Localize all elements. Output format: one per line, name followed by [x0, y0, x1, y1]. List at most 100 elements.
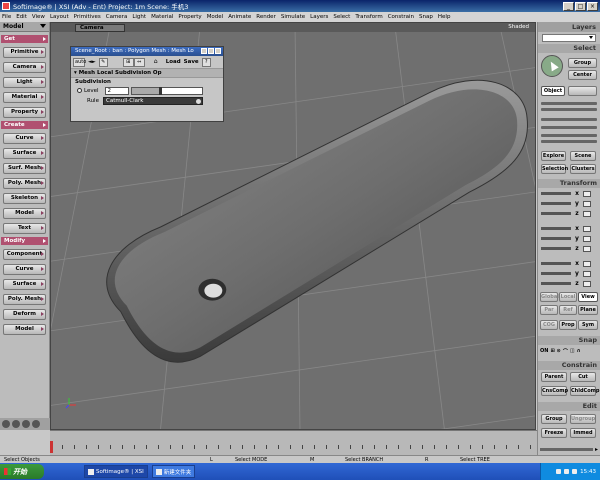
- translate-x-row[interactable]: x: [541, 260, 597, 267]
- menu-animate[interactable]: Animate: [228, 14, 251, 20]
- menu-file[interactable]: File: [2, 14, 11, 20]
- view-ref-button[interactable]: View: [578, 292, 598, 302]
- translate-z-toggle[interactable]: [583, 280, 591, 287]
- sym-button[interactable]: Sym: [578, 320, 598, 330]
- level-input[interactable]: 2: [104, 86, 129, 95]
- modify-surface-button[interactable]: Surface: [3, 279, 46, 290]
- select-arrow-icon[interactable]: [541, 55, 563, 77]
- scale-z-toggle[interactable]: [583, 210, 591, 217]
- menu-simulate[interactable]: Simulate: [281, 14, 305, 20]
- explore-button[interactable]: Explore: [541, 151, 566, 161]
- center-select-button[interactable]: Center: [568, 70, 597, 80]
- modify-deform-button[interactable]: Deform: [3, 309, 46, 320]
- dialog-close-icon[interactable]: [215, 48, 221, 54]
- network-icon[interactable]: [572, 469, 578, 474]
- get-light-button[interactable]: Light: [3, 77, 46, 88]
- cog-button[interactable]: COG: [540, 320, 558, 330]
- taskbar-item-folder[interactable]: 新建文件夹: [151, 465, 196, 478]
- rotate-y-toggle[interactable]: [583, 235, 591, 242]
- filter-extra-button[interactable]: [568, 86, 597, 96]
- scale-y-field[interactable]: [541, 202, 571, 205]
- minimize-button[interactable]: _: [563, 1, 574, 11]
- scale-x-field[interactable]: [541, 192, 571, 195]
- current-frame-marker[interactable]: [50, 441, 53, 453]
- section-modify[interactable]: Modify: [1, 237, 48, 245]
- menu-primitives[interactable]: Primitives: [74, 14, 101, 20]
- auto-inspect-toggle[interactable]: auto: [73, 57, 86, 67]
- display-mode-menu[interactable]: Shaded: [508, 24, 529, 30]
- create-model-button[interactable]: Model: [3, 208, 46, 219]
- chldcomp-button[interactable]: ChldComp: [570, 386, 599, 396]
- create-curve-button[interactable]: Curve: [3, 133, 46, 144]
- translate-y-toggle[interactable]: [583, 270, 591, 277]
- create-text-button[interactable]: Text: [3, 223, 46, 234]
- object-filter-button[interactable]: Object: [541, 86, 565, 96]
- modify-model-button[interactable]: Model: [3, 324, 46, 335]
- menu-property[interactable]: Property: [178, 14, 201, 20]
- translate-z-field[interactable]: [541, 282, 571, 285]
- maximize-button[interactable]: □: [575, 1, 586, 11]
- parent-button[interactable]: Parent: [541, 372, 567, 382]
- level-slider[interactable]: [130, 86, 203, 95]
- selection-button[interactable]: Selection: [541, 164, 568, 174]
- dialog-title-bar[interactable]: Scene_Root : ban : Polygon Mesh : Mesh L…: [71, 47, 223, 56]
- create-surface-button[interactable]: Surface: [3, 148, 46, 159]
- tray-icon[interactable]: [556, 469, 562, 474]
- level-animation-icon[interactable]: [77, 88, 82, 93]
- rotate-y-field[interactable]: [541, 237, 571, 240]
- section-get[interactable]: Get: [1, 35, 48, 43]
- menu-view[interactable]: View: [32, 14, 45, 20]
- help-button[interactable]: ?: [201, 57, 211, 67]
- translate-y-field[interactable]: [541, 272, 571, 275]
- snap-point-icon[interactable]: ⊙: [557, 348, 561, 354]
- camera-menu[interactable]: Camera: [75, 23, 125, 32]
- menu-select[interactable]: Select: [333, 14, 350, 20]
- menu-transform[interactable]: Transform: [355, 14, 382, 20]
- translate-z-row[interactable]: z: [541, 280, 597, 287]
- create-skeleton-button[interactable]: Skeleton: [3, 193, 46, 204]
- menu-camera[interactable]: Camera: [106, 14, 128, 20]
- lock-icon[interactable]: ⌂: [154, 58, 163, 67]
- rule-select[interactable]: Catmull-Clark: [103, 96, 203, 105]
- snap-grid-icon[interactable]: ⊞: [550, 348, 554, 354]
- get-camera-button[interactable]: Camera: [3, 62, 46, 73]
- menu-help[interactable]: Help: [438, 14, 451, 20]
- rotate-z-field[interactable]: [541, 247, 571, 250]
- menu-material[interactable]: Material: [151, 14, 173, 20]
- plane-ref-button[interactable]: Plane: [578, 305, 598, 315]
- freeze-button[interactable]: Freeze: [541, 428, 567, 438]
- menu-layout[interactable]: Layout: [50, 14, 69, 20]
- rotate-z-row[interactable]: z: [541, 245, 597, 252]
- snippet-icon[interactable]: [22, 420, 30, 428]
- par-ref-button[interactable]: Par: [540, 305, 558, 315]
- group-button[interactable]: Group: [541, 414, 567, 424]
- rotate-y-row[interactable]: y: [541, 235, 597, 242]
- scale-y-toggle[interactable]: [583, 200, 591, 207]
- layers-combo[interactable]: [542, 34, 596, 42]
- playback-slider[interactable]: [540, 447, 593, 451]
- scale-x-row[interactable]: x: [541, 190, 597, 197]
- get-primitive-button[interactable]: Primitive: [3, 47, 46, 58]
- palette-icon[interactable]: [2, 420, 10, 428]
- scale-x-toggle[interactable]: [583, 190, 591, 197]
- menu-edit[interactable]: Edit: [16, 14, 27, 20]
- translate-x-toggle[interactable]: [583, 260, 591, 267]
- local-ref-button[interactable]: Local: [559, 292, 577, 302]
- modify-curve-button[interactable]: Curve: [3, 264, 46, 275]
- key-icon[interactable]: ✎: [98, 57, 108, 67]
- snap-magnet-icon[interactable]: ∩: [577, 348, 581, 354]
- close-button[interactable]: ×: [587, 1, 598, 11]
- menu-layers[interactable]: Layers: [310, 14, 328, 20]
- clusters-button[interactable]: Clusters: [570, 164, 596, 174]
- snap-curve-icon[interactable]: ⌒: [563, 348, 568, 355]
- translate-y-row[interactable]: y: [541, 270, 597, 277]
- section-create[interactable]: Create: [1, 121, 48, 129]
- split-icon[interactable]: ⊞: [122, 57, 134, 67]
- collapse-icon[interactable]: ⇔: [133, 57, 145, 67]
- save-button[interactable]: Save: [184, 59, 199, 65]
- scale-z-row[interactable]: z: [541, 210, 597, 217]
- scene-button[interactable]: Scene: [570, 151, 596, 161]
- menu-constrain[interactable]: Constrain: [388, 14, 414, 20]
- cut-button[interactable]: Cut: [570, 372, 596, 382]
- menu-snap[interactable]: Snap: [419, 14, 433, 20]
